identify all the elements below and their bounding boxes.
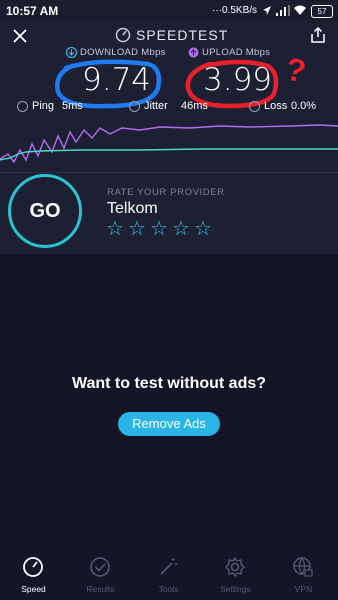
- nav-results[interactable]: Results: [67, 552, 134, 600]
- wifi-icon: [294, 5, 306, 15]
- status-time: 10:57 AM: [6, 4, 59, 18]
- close-icon[interactable]: [12, 28, 28, 44]
- status-bar: 10:57 AM ··· 0.5KB/s 57: [0, 0, 338, 22]
- rating-star-3[interactable]: ☆: [150, 216, 168, 241]
- notification-dots-icon: ···: [212, 5, 222, 16]
- nav-settings[interactable]: Settings: [202, 552, 269, 600]
- nav-tools[interactable]: Tools: [135, 552, 202, 600]
- signal-icon: [276, 5, 290, 16]
- upload-arrow-icon: [188, 47, 199, 58]
- rating-star-2[interactable]: ☆: [128, 216, 146, 241]
- magic-wand-icon: [160, 558, 177, 575]
- rating-star-1[interactable]: ☆: [106, 216, 124, 241]
- loss-value: 0.0%: [291, 100, 317, 112]
- rating-star-4[interactable]: ☆: [172, 216, 190, 241]
- loss-label: Loss: [264, 100, 288, 112]
- app-title: SPEEDTEST: [136, 27, 229, 43]
- jitter-label: Jitter: [144, 100, 168, 112]
- remove-ads-button[interactable]: Remove Ads: [118, 412, 220, 436]
- globe-lock-icon: [293, 557, 313, 577]
- nav-speed-label: Speed: [21, 584, 46, 594]
- jitter-value: 46ms: [181, 100, 208, 112]
- rate-provider-label: RATE YOUR PROVIDER: [107, 187, 225, 198]
- loss-icon: [249, 101, 260, 112]
- speedtest-logo-icon: [115, 27, 131, 43]
- go-button[interactable]: GO: [8, 174, 82, 248]
- location-icon: [263, 6, 271, 15]
- nav-settings-label: Settings: [220, 584, 251, 594]
- check-circle-icon: [90, 557, 110, 577]
- rating-star-5[interactable]: ☆: [194, 216, 212, 241]
- speed-graph: [0, 124, 338, 164]
- upload-label: UPLOAD Mbps: [202, 47, 271, 58]
- download-graph-line: [0, 148, 338, 161]
- nav-vpn[interactable]: VPN: [270, 552, 337, 600]
- ping-value: 5ms: [62, 100, 83, 112]
- graph-divider: [0, 172, 338, 173]
- ping-icon: [17, 101, 28, 112]
- nav-speed[interactable]: Speed: [0, 552, 67, 600]
- ping-label: Ping: [32, 100, 55, 112]
- battery-indicator: 57: [311, 5, 333, 18]
- share-icon[interactable]: [310, 26, 326, 44]
- nav-results-label: Results: [86, 584, 115, 594]
- bottom-nav: Speed Results Tools Settings VPN: [0, 552, 338, 600]
- question-mark-annotation: ?: [283, 50, 309, 90]
- nav-tools-label: Tools: [158, 584, 179, 594]
- speedometer-icon: [23, 557, 43, 577]
- ad-title: Want to test without ads?: [71, 375, 267, 392]
- network-speed: 0.5KB/s: [222, 5, 258, 16]
- nav-vpn-label: VPN: [294, 584, 313, 594]
- jitter-icon: [129, 101, 140, 112]
- upload-graph-line: [0, 124, 338, 164]
- gear-icon: [225, 556, 245, 578]
